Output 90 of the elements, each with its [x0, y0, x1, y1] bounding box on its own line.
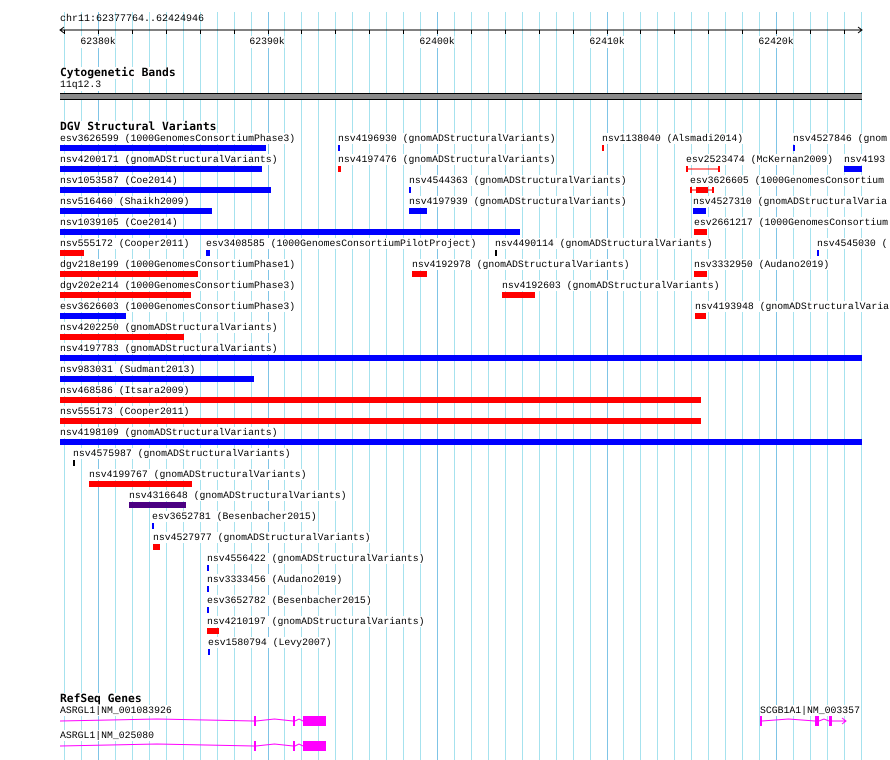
- gene-label[interactable]: ASRGL1|NM_001083926: [60, 705, 172, 716]
- interval-bar[interactable]: [690, 187, 714, 193]
- variant-bar[interactable]: [409, 208, 427, 214]
- tick-label: 62390k: [249, 36, 285, 48]
- variant-label[interactable]: nsv4193948 (gnomADStructuralVaria: [695, 301, 890, 312]
- variant-label[interactable]: dgv218e199 (1000GenomesConsortiumPhase1): [60, 259, 296, 270]
- variant-label[interactable]: esv1580794 (Levy2007): [208, 637, 332, 648]
- variant-label[interactable]: nsv4527977 (gnomADStructuralVariants): [153, 532, 371, 543]
- variant-label[interactable]: nsv3333456 (Audano2019): [207, 574, 342, 585]
- variant-bar[interactable]: [693, 208, 706, 214]
- track-title: DGV Structural Variants: [60, 121, 216, 133]
- variant-label[interactable]: nsv4545030 (: [817, 238, 888, 249]
- variant-bar[interactable]: [60, 292, 191, 298]
- tick-label: 62410k: [589, 36, 625, 48]
- variant-bar[interactable]: [60, 334, 184, 340]
- variant-label[interactable]: nsv4556422 (gnomADStructuralVariants): [207, 553, 425, 564]
- variant-label[interactable]: nsv1053587 (Coe2014): [60, 175, 178, 186]
- gene-model-drawing[interactable]: [760, 715, 847, 727]
- variant-label[interactable]: nsv4199767 (gnomADStructuralVariants): [89, 469, 307, 480]
- variant-label[interactable]: esv3408585 (1000GenomesConsortiumPilotProject): [206, 238, 476, 249]
- variant-label[interactable]: esv3626599 (1000GenomesConsortiumPhase3): [60, 133, 296, 144]
- variant-bar[interactable]: [60, 418, 701, 424]
- variant-bar[interactable]: [207, 628, 219, 634]
- track-title: Cytogenetic Bands: [60, 67, 176, 79]
- variant-bar[interactable]: [60, 439, 862, 445]
- variant-label[interactable]: nsv3332950 (Audano2019): [694, 259, 830, 270]
- variant-bar[interactable]: [694, 229, 707, 235]
- variant-label[interactable]: nsv4197476 (gnomADStructuralVariants): [338, 154, 556, 165]
- variant-label[interactable]: nsv4196930 (gnomADStructuralVariants): [338, 133, 556, 144]
- variant-bar[interactable]: [60, 250, 84, 256]
- gene-label[interactable]: ASRGL1|NM_025080: [60, 730, 154, 741]
- variant-label[interactable]: nsv555172 (Cooper2011): [60, 238, 190, 249]
- variant-bar[interactable]: [129, 502, 186, 508]
- variant-label[interactable]: nsv4490114 (gnomADStructuralVariants): [495, 238, 713, 249]
- variant-label[interactable]: nsv4316648 (gnomADStructuralVariants): [129, 490, 347, 501]
- variant-label[interactable]: nsv4527310 (gnomADStructuralVaria: [693, 196, 888, 207]
- variant-label[interactable]: nsv1138040 (Alsmadi2014): [602, 133, 744, 144]
- variant-bar[interactable]: [60, 271, 198, 277]
- variant-label[interactable]: nsv4197783 (gnomADStructuralVariants): [60, 343, 278, 354]
- variant-label[interactable]: esv3652782 (Besenbacher2015): [207, 595, 372, 606]
- variant-label[interactable]: esv3626605 (1000GenomesConsortium: [690, 175, 884, 186]
- variant-label[interactable]: nsv4192603 (gnomADStructuralVariants): [502, 280, 720, 291]
- variant-bar[interactable]: [206, 250, 210, 256]
- variant-label[interactable]: esv2523474 (McKernan2009): [686, 154, 833, 165]
- variant-bar[interactable]: [60, 229, 520, 235]
- variant-bar[interactable]: [694, 271, 707, 277]
- variant-bar[interactable]: [844, 166, 862, 172]
- variant-label[interactable]: nsv555173 (Cooper2011): [60, 406, 190, 417]
- variant-label[interactable]: nsv4210197 (gnomADStructuralVariants): [207, 616, 425, 627]
- variant-label[interactable]: nsv468586 (Itsara2009): [60, 385, 190, 396]
- variant-bar[interactable]: [60, 145, 266, 151]
- variant-label[interactable]: nsv4202250 (gnomADStructuralVariants): [60, 322, 278, 333]
- variant-bar[interactable]: [60, 376, 254, 382]
- variant-bar[interactable]: [502, 292, 535, 298]
- tick-label: 62380k: [80, 36, 116, 48]
- variant-label[interactable]: nsv516460 (Shaikh2009): [60, 196, 190, 207]
- variant-bar[interactable]: [412, 271, 427, 277]
- variant-label[interactable]: nsv4193: [844, 154, 886, 165]
- band-label: 11q12.3: [60, 79, 102, 91]
- variant-bar[interactable]: [153, 544, 160, 550]
- tick-label: 62420k: [758, 36, 794, 48]
- interval-bar[interactable]: [686, 166, 720, 172]
- variant-bar[interactable]: [338, 166, 341, 172]
- variant-label[interactable]: nsv983031 (Sudmant2013): [60, 364, 196, 375]
- variant-bar[interactable]: [60, 397, 701, 403]
- track-title: RefSeq Genes: [60, 693, 142, 705]
- variant-bar[interactable]: [60, 166, 262, 172]
- variant-label[interactable]: nsv1039105 (Coe2014): [60, 217, 178, 228]
- gene-model-drawing[interactable]: [60, 740, 326, 752]
- variant-bar[interactable]: [60, 208, 212, 214]
- tick-label: 62400k: [419, 36, 455, 48]
- variant-bar[interactable]: [60, 187, 271, 193]
- variant-bar[interactable]: [695, 313, 706, 319]
- variant-label[interactable]: esv2661217 (1000GenomesConsortium: [694, 217, 888, 228]
- position-label: chr11:62377764..62424946: [60, 12, 204, 26]
- variant-bar[interactable]: [60, 355, 862, 361]
- variant-label[interactable]: nsv4197939 (gnomADStructuralVariants): [409, 196, 627, 207]
- variant-bar[interactable]: [60, 313, 126, 319]
- gene-model-drawing[interactable]: [60, 715, 326, 727]
- gene-label[interactable]: SCGB1A1|NM_003357: [760, 705, 860, 716]
- variant-label[interactable]: esv3652781 (Besenbacher2015): [152, 511, 317, 522]
- variant-label[interactable]: nsv4200171 (gnomADStructuralVariants): [60, 154, 278, 165]
- variant-bar[interactable]: [89, 481, 192, 487]
- variant-label[interactable]: nsv4198109 (gnomADStructuralVariants): [60, 427, 278, 438]
- variant-label[interactable]: nsv4527846 (gnom: [793, 133, 888, 144]
- variant-label[interactable]: dgv202e214 (1000GenomesConsortiumPhase3): [60, 280, 296, 291]
- variant-label[interactable]: nsv4192978 (gnomADStructuralVariants): [412, 259, 630, 270]
- variant-label[interactable]: nsv4575987 (gnomADStructuralVariants): [73, 448, 291, 459]
- variant-label[interactable]: esv3626603 (1000GenomesConsortiumPhase3): [60, 301, 296, 312]
- variant-label[interactable]: nsv4544363 (gnomADStructuralVariants): [409, 175, 627, 186]
